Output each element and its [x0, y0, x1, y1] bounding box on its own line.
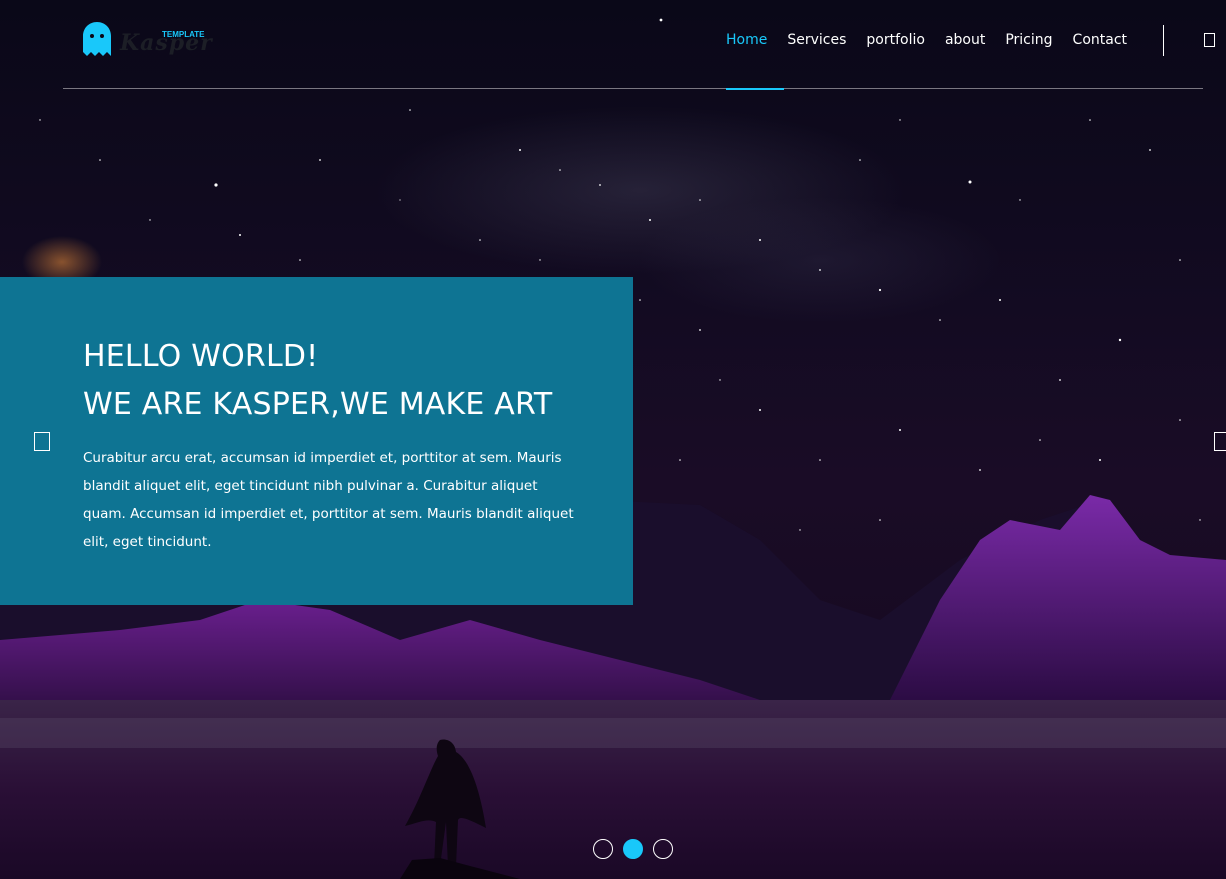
chevron-left-icon[interactable] [34, 432, 50, 451]
slider-dot-1[interactable] [593, 839, 613, 859]
ghost-icon [83, 22, 111, 56]
slider-dots [593, 839, 683, 859]
chevron-right-icon[interactable] [1214, 432, 1226, 451]
hero-headline-line2: WE ARE KASPER,WE MAKE ART [83, 387, 553, 422]
hero-headline-line1: HELLO WORLD! [83, 339, 319, 374]
slider-dot-2[interactable] [623, 839, 643, 859]
nav-link-pricing[interactable]: Pricing [1005, 31, 1052, 51]
header-divider-line [63, 88, 1203, 89]
slider-dot-3[interactable] [653, 839, 673, 859]
active-nav-underline [726, 88, 784, 90]
nav-divider [1163, 25, 1164, 56]
nav-link-home[interactable]: Home [726, 31, 767, 51]
hero-paragraph: Curabitur arcu erat, accumsan id imperdi… [83, 450, 574, 550]
hero-headline: HELLO WORLD! WE ARE KASPER,WE MAKE ART [83, 333, 623, 429]
search-icon[interactable] [1204, 33, 1215, 47]
nav-link-about[interactable]: about [945, 31, 985, 51]
nav-link-contact[interactable]: Contact [1073, 31, 1127, 51]
nav-link-portfolio[interactable]: portfolio [866, 31, 925, 51]
main-nav: Home Services portfolio about Pricing Co… [726, 31, 1147, 51]
logo[interactable]: Kasper TEMPLATE [82, 20, 212, 60]
nav-link-services[interactable]: Services [787, 31, 846, 51]
logo-tagline: TEMPLATE [162, 30, 205, 39]
hero-section: Kasper TEMPLATE Home Services portfolio … [0, 0, 1226, 879]
